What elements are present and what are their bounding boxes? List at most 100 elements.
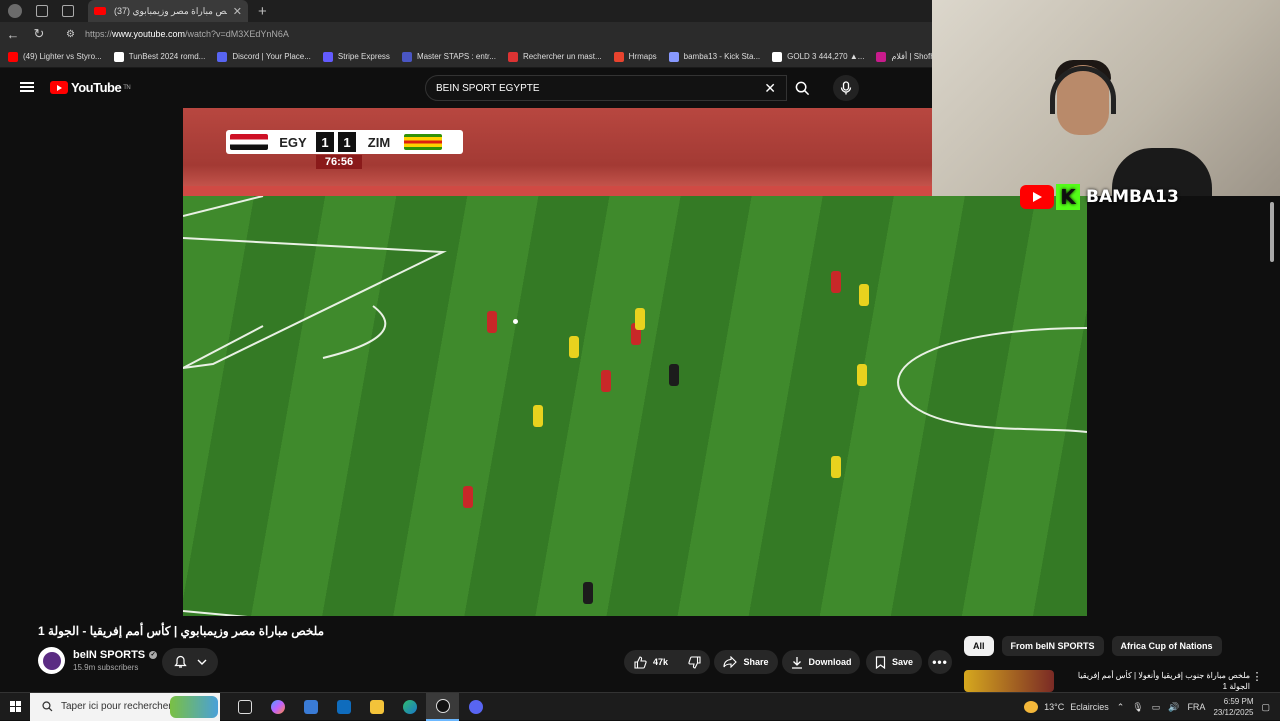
channel-avatar[interactable] xyxy=(38,647,65,674)
outlook-button[interactable] xyxy=(327,693,360,721)
chevron-up-icon[interactable]: ⌃ xyxy=(1117,702,1125,713)
player-zimbabwe xyxy=(859,284,869,306)
windows-logo-icon xyxy=(9,701,21,712)
close-tab-icon[interactable]: ✕ xyxy=(233,5,242,18)
microphone-icon xyxy=(840,81,852,95)
page-scrollbar[interactable] xyxy=(1268,196,1276,686)
logo-country-code: TN xyxy=(123,84,131,91)
kick-icon xyxy=(668,51,679,62)
site-info-icon[interactable]: ⚙ xyxy=(66,29,75,40)
bookmark-item[interactable]: Rechercher un mast... xyxy=(507,51,602,62)
browser-tab-active[interactable]: (37) ملخص مباراة مصر وزيمبابوي ✕ xyxy=(88,0,248,22)
filter-chip[interactable]: Africa Cup of Nations xyxy=(1111,636,1222,656)
more-horizontal-icon: ••• xyxy=(932,655,948,669)
streamer-name: BAMBA13 xyxy=(1086,187,1179,207)
thumbs-up-icon xyxy=(634,655,647,669)
bookmark-item[interactable]: (49) Lighter vs Styro... xyxy=(8,51,102,62)
bookmark-label: TunBest 2024 romd... xyxy=(128,52,206,61)
file-explorer-button[interactable] xyxy=(360,693,393,721)
scoreboard: EGY 1 1 ZIM 76:56 xyxy=(226,130,463,169)
more-actions-button[interactable]: ••• xyxy=(928,650,952,674)
more-vertical-icon[interactable]: ⋮ xyxy=(1250,670,1264,692)
channel-name[interactable]: beIN SPORTS xyxy=(73,649,145,661)
egypt-flag-icon xyxy=(230,134,268,150)
bookmarks-bar: (49) Lighter vs Styro... TunBest 2024 rom… xyxy=(0,46,932,68)
like-button[interactable]: 47k xyxy=(624,650,678,674)
obs-button[interactable] xyxy=(426,692,459,721)
volume-icon[interactable]: 🔊 xyxy=(1168,702,1179,713)
url-field[interactable]: ⚙ https://www.youtube.com/watch?v=dM3XEd… xyxy=(66,29,289,40)
share-button[interactable]: Share xyxy=(714,650,778,674)
bookmark-item[interactable]: Discord | Your Place... xyxy=(217,51,311,62)
pitch-lines xyxy=(183,196,1087,616)
weather-text: Eclaircies xyxy=(1070,702,1109,712)
recommended-video-thumbnail[interactable] xyxy=(964,670,1054,692)
taskbar-apps xyxy=(228,692,492,721)
recommended-video[interactable]: ملخص مباراة جنوب إفريقيا وأنغولا | كأس أ… xyxy=(964,670,1264,692)
bookmark-item[interactable]: TunBest 2024 romd... xyxy=(113,51,206,62)
edge-button[interactable] xyxy=(393,693,426,721)
home-score: 1 xyxy=(316,132,334,152)
store-icon xyxy=(303,699,318,714)
back-icon[interactable]: ← xyxy=(0,27,26,42)
youtube-favicon-icon xyxy=(94,7,106,15)
bookmark-item[interactable]: bamba13 - Kick Sta... xyxy=(668,51,760,62)
channel-name-row[interactable]: beIN SPORTS ✓ xyxy=(73,649,158,661)
recommended-video-title[interactable]: ملخص مباراة جنوب إفريقيا وأنغولا | كأس أ… xyxy=(1054,670,1250,692)
filter-chip[interactable]: From beIN SPORTS xyxy=(1001,636,1104,656)
youtube-icon xyxy=(1020,185,1054,209)
player-zimbabwe xyxy=(533,405,543,427)
referee xyxy=(583,582,593,604)
tab-actions-icon[interactable] xyxy=(62,5,74,17)
bookmark-item[interactable]: Master STAPS : entr... xyxy=(401,51,496,62)
save-button[interactable]: Save xyxy=(866,650,922,674)
profile-icon[interactable] xyxy=(8,4,22,18)
store-button[interactable] xyxy=(294,693,327,721)
youtube-logo-text: YouTube xyxy=(71,80,122,95)
microphone-icon[interactable]: 🎙 xyxy=(1132,702,1143,713)
streamer-webcam xyxy=(932,0,1280,196)
player-egypt xyxy=(601,370,611,392)
bookmark-item[interactable]: GOLD 3 444,270 ▲... xyxy=(772,51,865,62)
copilot-button[interactable] xyxy=(261,693,294,721)
filter-chip[interactable]: All xyxy=(964,636,994,656)
ball xyxy=(513,319,518,324)
task-view-button[interactable] xyxy=(228,693,261,721)
start-button[interactable] xyxy=(0,693,30,721)
clock-date: 23/12/2025 xyxy=(1213,708,1254,717)
notifications-button[interactable] xyxy=(162,648,218,676)
clear-search-icon[interactable]: ✕ xyxy=(764,80,776,97)
weather-widget[interactable]: 13°C Eclaircies xyxy=(1024,701,1109,713)
hamburger-menu-icon[interactable] xyxy=(20,82,34,92)
youtube-logo-icon xyxy=(50,81,68,94)
tab-title: (37) ملخص مباراة مصر وزيمبابوي xyxy=(114,5,227,16)
dislike-button[interactable] xyxy=(678,650,711,674)
partly-sunny-icon xyxy=(1024,701,1039,713)
bookmark-item[interactable]: أفلام | Shofha - ... xyxy=(876,51,932,62)
share-icon xyxy=(723,656,738,668)
notifications-icon[interactable]: ▢ xyxy=(1261,702,1270,713)
search-button[interactable] xyxy=(787,75,817,101)
keyboard-language[interactable]: FRA xyxy=(1187,702,1205,712)
away-score: 1 xyxy=(338,132,356,152)
taskbar-search[interactable]: Taper ici pour rechercher xyxy=(30,692,220,721)
bookmark-item[interactable]: Hrmaps xyxy=(613,51,657,62)
player-egypt xyxy=(463,486,473,508)
bookmark-label: أفلام | Shofha - ... xyxy=(891,52,932,61)
bookmark-label: GOLD 3 444,270 ▲... xyxy=(787,52,865,61)
bookmark-item[interactable]: Stripe Express xyxy=(322,51,390,62)
search-input[interactable] xyxy=(436,82,765,94)
network-icon[interactable]: ▭ xyxy=(1152,702,1161,713)
reload-icon[interactable]: ↻ xyxy=(26,26,52,42)
save-label: Save xyxy=(891,657,914,667)
home-team: EGY xyxy=(279,134,307,150)
new-tab-icon[interactable]: + xyxy=(258,3,267,20)
download-button[interactable]: Download xyxy=(782,650,860,674)
address-bar: ← ↻ ⚙ https://www.youtube.com/watch?v=dM… xyxy=(0,22,932,46)
youtube-logo[interactable]: YouTube TN xyxy=(50,80,131,95)
voice-search-button[interactable] xyxy=(833,75,859,101)
taskbar-clock[interactable]: 6:59 PM 23/12/2025 xyxy=(1213,696,1253,718)
referee xyxy=(669,364,679,386)
workspaces-icon[interactable] xyxy=(36,5,48,17)
discord-button[interactable] xyxy=(459,693,492,721)
